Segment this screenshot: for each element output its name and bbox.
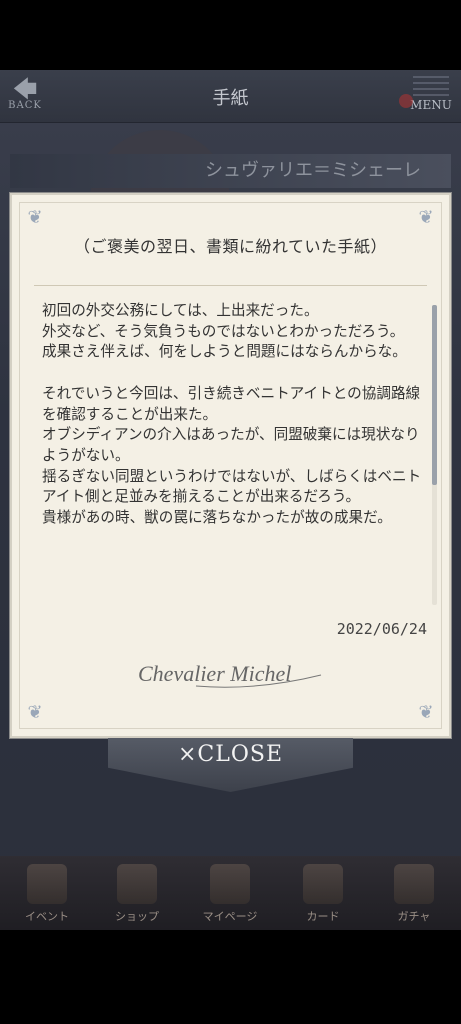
nav-item-mypage[interactable]: マイページ <box>185 856 275 930</box>
nav-label: マイページ <box>202 910 258 923</box>
ornament-icon: ❦ <box>418 702 434 723</box>
page-title: 手紙 <box>212 88 249 109</box>
top-bar: 🡄 BACK 手紙 MENU <box>0 70 461 123</box>
nav-item-card[interactable]: カード <box>278 856 368 930</box>
letter-body[interactable]: 初回の外交公務にしては、上出来だった。 外交など、そう気負うものではないとわかっ… <box>42 301 432 609</box>
menu-button[interactable]: MENU <box>399 74 457 118</box>
notification-dot <box>399 94 413 108</box>
letter-heading: （ご褒美の翌日、書類に紛れていた手紙） <box>73 237 388 256</box>
nav-item-event[interactable]: イベント <box>2 856 92 930</box>
nav-label: ガチャ <box>397 910 431 923</box>
letter-date: 2022/06/24 <box>336 620 427 638</box>
nav-item-gacha[interactable]: ガチャ <box>369 856 459 930</box>
menu-icon <box>413 76 449 98</box>
castle-icon <box>210 864 250 904</box>
divider <box>34 285 427 286</box>
ornament-icon: ❦ <box>418 207 434 228</box>
gacha-icon <box>394 864 434 904</box>
scroll-thumb[interactable] <box>432 305 437 485</box>
ornament-icon: ❦ <box>27 207 43 228</box>
close-label: ×CLOSE <box>177 742 284 767</box>
event-icon <box>27 864 67 904</box>
scrollbar[interactable] <box>432 305 437 605</box>
nav-label: ショップ <box>115 910 159 923</box>
svg-text:Chevalier Michel: Chevalier Michel <box>138 661 291 686</box>
character-name-bar: シュヴァリエ＝ミシェーレ <box>10 154 451 188</box>
ornament-icon: ❦ <box>27 702 43 723</box>
signature: Chevalier Michel <box>136 653 326 693</box>
nav-item-shop[interactable]: ショップ <box>92 856 182 930</box>
letter-dialog: ❦ ❦ ❦ ❦ （ご褒美の翌日、書類に紛れていた手紙） 初回の外交公務にしては、… <box>10 193 451 738</box>
nav-label: イベント <box>25 910 69 923</box>
bottom-nav: イベント ショップ マイページ カード ガチャ <box>0 856 461 930</box>
nav-label: カード <box>306 910 340 923</box>
signature-graphic: Chevalier Michel <box>138 661 322 688</box>
card-icon <box>303 864 343 904</box>
shop-icon <box>117 864 157 904</box>
